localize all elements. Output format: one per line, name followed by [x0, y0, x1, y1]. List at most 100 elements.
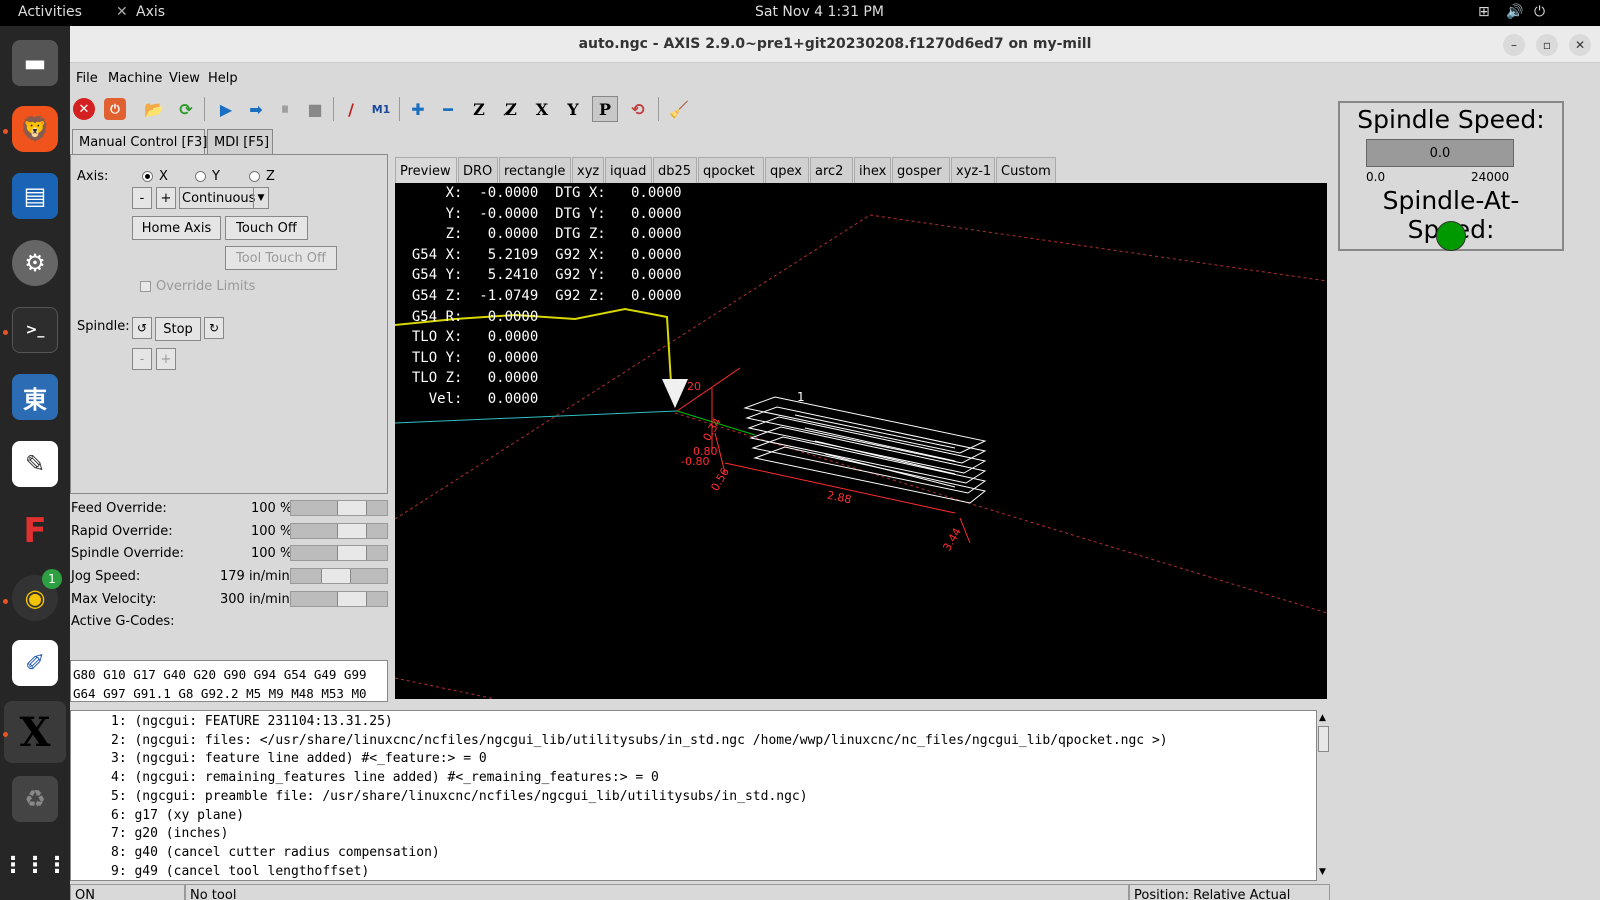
- settings-icon[interactable]: ⚙: [12, 240, 58, 286]
- clear-plot-icon[interactable]: 🧹: [666, 96, 692, 122]
- terminal-icon[interactable]: >_: [12, 307, 58, 353]
- home-axis-button[interactable]: Home Axis: [132, 216, 221, 240]
- preview-canvas[interactable]: X: -0.0000 DTG X: 0.0000 Y: -0.0000 DTG …: [395, 183, 1327, 699]
- jog-plus-button[interactable]: +: [156, 187, 176, 209]
- dim-label: -0.80: [681, 455, 710, 468]
- slider-handle[interactable]: [337, 501, 367, 515]
- estop-icon[interactable]: ✕: [73, 98, 95, 120]
- spindle-cw-icon[interactable]: ↻: [204, 317, 224, 339]
- tab-dro[interactable]: DRO: [458, 157, 498, 183]
- power-icon[interactable]: ⏻: [1534, 4, 1545, 20]
- scroll-up-icon[interactable]: ▲: [1319, 713, 1326, 723]
- menu-view[interactable]: View: [169, 71, 200, 86]
- title-bar[interactable]: auto.ngc - AXIS 2.9.0~pre1+git20230208.f…: [70, 26, 1600, 63]
- running-indicator: [3, 330, 8, 335]
- rotate-view-icon[interactable]: ⟲: [625, 96, 651, 122]
- tab-iquad[interactable]: iquad: [605, 157, 652, 183]
- trash-icon[interactable]: ♻: [12, 776, 58, 822]
- files-icon[interactable]: ▬: [12, 40, 58, 86]
- tab-db25[interactable]: db25: [653, 157, 697, 183]
- rapid-override-slider[interactable]: [290, 523, 388, 539]
- view-x-icon[interactable]: X: [529, 96, 555, 122]
- active-gcodes-label: Active G-Codes:: [71, 614, 175, 629]
- scroll-thumb[interactable]: [1318, 726, 1329, 752]
- step-icon[interactable]: ➡: [243, 96, 269, 122]
- tab-arc2[interactable]: arc2: [810, 157, 853, 183]
- open-file-icon[interactable]: 📂: [141, 96, 167, 122]
- tab-xyz[interactable]: xyz: [572, 157, 604, 183]
- activities-button[interactable]: Activities: [18, 4, 82, 20]
- axis-y-radio[interactable]: [195, 171, 206, 182]
- scroll-down-icon[interactable]: ▼: [1319, 867, 1326, 877]
- tab-manual-control[interactable]: Manual Control [F3]: [72, 129, 207, 156]
- slider-handle[interactable]: [337, 524, 367, 538]
- maximize-icon[interactable]: ▫: [1536, 34, 1558, 56]
- axis-z-radio[interactable]: [249, 171, 260, 182]
- status-bar: ON No tool Position: Relative Actual: [70, 884, 1335, 900]
- tab-qpocket[interactable]: qpocket: [698, 157, 764, 183]
- view-p-icon[interactable]: P: [592, 96, 618, 122]
- tab-preview[interactable]: Preview: [395, 157, 457, 183]
- writer-icon[interactable]: ▤: [12, 173, 58, 219]
- tab-mdi[interactable]: MDI [F5]: [207, 129, 273, 155]
- tool-touch-off-button[interactable]: Tool Touch Off: [225, 246, 337, 270]
- stop-program-icon[interactable]: ■: [302, 96, 328, 122]
- notes-icon[interactable]: ✐: [12, 640, 58, 686]
- zoom-out-icon[interactable]: ━: [435, 96, 461, 122]
- spindle-slower-button[interactable]: -: [132, 348, 152, 370]
- app-menu-name[interactable]: Axis: [136, 4, 165, 20]
- tab-qpex[interactable]: qpex: [765, 157, 809, 183]
- active-gcodes-box[interactable]: G80 G10 G17 G40 G20 G90 G94 G54 G49 G99 G…: [70, 660, 388, 702]
- tab-ihex[interactable]: ihex: [854, 157, 891, 183]
- app-icon: ✕: [116, 4, 128, 20]
- menu-file[interactable]: File: [76, 71, 98, 86]
- zoom-in-icon[interactable]: ✚: [405, 96, 431, 122]
- gcode-listing[interactable]: 1: (ngcgui: FEATURE 231104:13.31.25) 2: (…: [70, 710, 1330, 881]
- spindle-panel: Spindle Speed: 0.0 0.0 24000 Spindle-At-…: [1338, 101, 1564, 251]
- network-icon[interactable]: ⊞: [1478, 4, 1490, 20]
- view-z-icon[interactable]: Z: [466, 96, 492, 122]
- close-icon[interactable]: ✕: [1569, 34, 1591, 56]
- toolbar-separator: [658, 97, 659, 121]
- run-icon[interactable]: ▶: [213, 96, 239, 122]
- jog-speed-slider[interactable]: [290, 568, 388, 584]
- brave-browser-icon[interactable]: 🦁: [12, 106, 58, 152]
- jog-mode-select[interactable]: Continuous ▼: [179, 187, 269, 209]
- axis-x-radio[interactable]: [142, 171, 153, 182]
- view-y-icon[interactable]: Y: [560, 96, 586, 122]
- spindle-stop-button[interactable]: Stop: [155, 317, 201, 341]
- reload-icon[interactable]: ⟳: [173, 96, 199, 122]
- input-method-icon[interactable]: 東: [12, 374, 58, 420]
- feed-override-label: Feed Override:: [71, 501, 167, 516]
- jog-minus-button[interactable]: -: [132, 187, 152, 209]
- menu-machine[interactable]: Machine: [108, 71, 162, 86]
- max-velocity-slider[interactable]: [290, 591, 388, 607]
- tab-gosper[interactable]: gosper: [892, 157, 950, 183]
- touch-off-button[interactable]: Touch Off: [225, 216, 308, 240]
- text-editor-icon[interactable]: ✎: [12, 441, 58, 487]
- tab-rectangle[interactable]: rectangle: [499, 157, 571, 183]
- optional-stop-icon[interactable]: M1: [368, 96, 394, 122]
- feed-override-slider[interactable]: [290, 500, 388, 516]
- spindle-faster-button[interactable]: +: [156, 348, 176, 370]
- volume-icon[interactable]: 🔊: [1506, 4, 1523, 20]
- view-z2-icon[interactable]: Z̸: [498, 96, 524, 122]
- block-delete-icon[interactable]: /: [338, 96, 364, 122]
- spindle-override-slider[interactable]: [290, 545, 388, 561]
- listing-scrollbar[interactable]: ▲ ▼: [1316, 710, 1330, 881]
- freecad-icon[interactable]: F: [12, 508, 58, 554]
- axis-app-icon[interactable]: X: [12, 709, 58, 756]
- override-limits-checkbox[interactable]: [140, 281, 151, 292]
- show-apps-icon[interactable]: ⋮⋮⋮: [2, 842, 68, 888]
- tab-xyz-1[interactable]: xyz-1: [951, 157, 995, 183]
- minimize-icon[interactable]: –: [1503, 34, 1525, 56]
- slider-handle[interactable]: [321, 569, 351, 583]
- spindle-ccw-icon[interactable]: ↺: [132, 317, 152, 339]
- slider-handle[interactable]: [337, 592, 367, 606]
- slider-handle[interactable]: [337, 546, 367, 560]
- pause-icon[interactable]: ⏸: [272, 96, 298, 122]
- clock[interactable]: Sat Nov 4 1:31 PM: [755, 4, 884, 20]
- machine-power-icon[interactable]: ⏻: [104, 98, 126, 120]
- tab-custom[interactable]: Custom: [996, 157, 1056, 183]
- menu-help[interactable]: Help: [208, 71, 238, 86]
